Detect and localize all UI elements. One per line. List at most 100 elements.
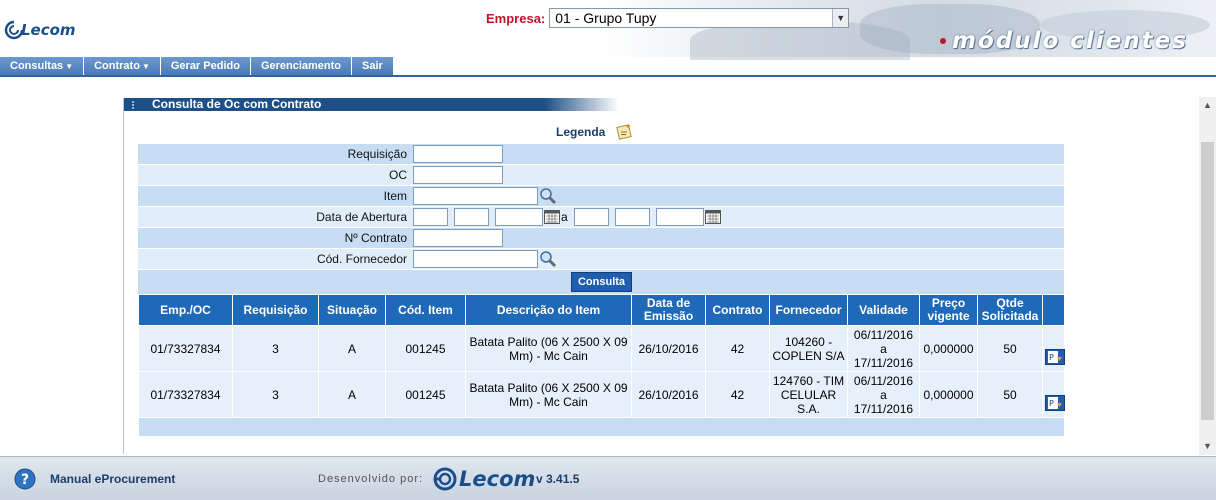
- cell-requisicao: 3: [232, 371, 319, 418]
- calendar-icon[interactable]: [544, 210, 560, 224]
- cell-fornecedor: 104260 - COPLEN S/A: [769, 325, 848, 372]
- date-range-separator: a: [561, 210, 568, 224]
- data-inicio-dia-input[interactable]: [413, 208, 448, 226]
- caret-down-icon: ▼: [65, 62, 74, 71]
- cell-descricao: Batata Palito (06 X 2500 X 09 Mm) - Mc C…: [465, 325, 632, 372]
- consulta-button[interactable]: Consulta: [571, 272, 632, 292]
- red-dot-icon: [940, 38, 946, 44]
- cell-emp-oc: 01/73327834: [138, 325, 233, 372]
- data-inicio-mes-input[interactable]: [454, 208, 489, 226]
- item-input[interactable]: [413, 187, 538, 205]
- legenda: Legenda: [556, 123, 633, 141]
- oc-label: OC: [389, 168, 407, 182]
- lecom-swirl-icon: [433, 467, 457, 491]
- cell-requisicao: 3: [232, 325, 319, 372]
- table-footer-cell: [138, 417, 1065, 437]
- row-item: Item: [138, 186, 1064, 206]
- results-table: Emp./OC Requisição Situação Cód. Item De…: [138, 294, 1065, 437]
- module-title-text: módulo clientes: [952, 28, 1188, 54]
- cell-actions: P: [1042, 325, 1065, 372]
- calendar-icon[interactable]: [704, 210, 721, 224]
- data-fim-ano-input[interactable]: [655, 208, 704, 226]
- main-menu: Consultas ▼ Contrato ▼ Gerar Pedido Gerenc…: [0, 57, 394, 75]
- cell-cod-item: 001245: [385, 325, 466, 372]
- empresa-selector: Empresa: 01 - Grupo Tupy ▼: [486, 8, 850, 28]
- col-descricao: Descrição do Item: [465, 294, 632, 326]
- row-requisicao: Requisição: [138, 144, 1064, 164]
- module-title: módulo clientes: [940, 28, 1188, 54]
- footer-lecom-logo: Lecom: [432, 467, 535, 491]
- col-qtde: Qtde Solicitada: [977, 294, 1043, 326]
- cell-situacao: A: [318, 371, 386, 418]
- svg-text:P: P: [1049, 353, 1054, 362]
- cell-validade: 06/11/2016 a 17/11/2016: [847, 325, 920, 372]
- svg-text:P: P: [1049, 399, 1054, 408]
- lecom-logo: Lecom: [4, 20, 76, 40]
- menu-contrato-label: Contrato: [94, 60, 140, 72]
- menu-gerar-pedido-label: Gerar Pedido: [170, 60, 240, 72]
- chevron-down-icon[interactable]: ▼: [832, 9, 849, 27]
- col-cod-item: Cód. Item: [385, 294, 466, 326]
- col-fornecedor: Fornecedor: [769, 294, 848, 326]
- requisicao-label: Requisição: [347, 147, 407, 161]
- cell-descricao: Batata Palito (06 X 2500 X 09 Mm) - Mc C…: [465, 371, 632, 418]
- manual-link[interactable]: Manual eProcurement: [50, 472, 175, 486]
- row-data-abertura: Data de Abertura a: [138, 207, 1064, 227]
- legenda-label: Legenda: [556, 125, 606, 139]
- app-footer: ? Manual eProcurement Desenvolvido por: …: [0, 456, 1216, 500]
- table-header-row: Emp./OC Requisição Situação Cód. Item De…: [138, 294, 1065, 326]
- scroll-thumb[interactable]: [1201, 142, 1214, 420]
- consulta-panel: Consulta de Oc com Contrato Legenda Requ…: [123, 98, 1080, 454]
- developed-by-label: Desenvolvido por:: [318, 473, 424, 485]
- empresa-label: Empresa:: [486, 10, 546, 26]
- data-fim-mes-input[interactable]: [614, 208, 650, 226]
- col-data-emissao: Data de Emissão: [631, 294, 706, 326]
- menu-sair-label: Sair: [362, 60, 383, 72]
- app-header: Lecom Empresa: 01 - Grupo Tupy ▼ módulo …: [0, 0, 1216, 60]
- menu-gerenciamento[interactable]: Gerenciamento: [250, 57, 353, 75]
- menu-gerar-pedido[interactable]: Gerar Pedido: [160, 57, 251, 75]
- cell-cod-item: 001245: [385, 371, 466, 418]
- oc-input[interactable]: [413, 166, 503, 184]
- col-validade: Validade: [847, 294, 920, 326]
- menu-consultas[interactable]: Consultas ▼: [0, 57, 85, 75]
- help-icon[interactable]: ?: [14, 468, 36, 490]
- cell-preco: 0,000000: [919, 325, 978, 372]
- grip-icon: [132, 101, 138, 109]
- contrato-label: Nº Contrato: [344, 231, 407, 245]
- cell-actions: P: [1042, 371, 1065, 418]
- footer-logo-text: Lecom: [459, 467, 536, 491]
- table-row[interactable]: 01/73327834 3 A 001245 Batata Palito (06…: [138, 325, 1065, 372]
- cell-situacao: A: [318, 325, 386, 372]
- menu-gerenciamento-label: Gerenciamento: [260, 60, 342, 72]
- requisicao-input[interactable]: [413, 145, 503, 163]
- cell-data-emissao: 26/10/2016: [631, 325, 706, 372]
- panel-title-bar: Consulta de Oc com Contrato: [124, 98, 619, 111]
- data-fim-dia-input[interactable]: [573, 208, 609, 226]
- vertical-scrollbar[interactable]: ▲ ▼: [1199, 97, 1216, 455]
- col-actions: [1042, 294, 1065, 326]
- svg-text:?: ?: [21, 472, 29, 488]
- legend-note-icon[interactable]: [615, 123, 633, 141]
- contrato-input[interactable]: [413, 229, 503, 247]
- fornecedor-input[interactable]: [413, 250, 538, 268]
- col-requisicao: Requisição: [232, 294, 319, 326]
- table-row[interactable]: 01/73327834 3 A 001245 Batata Palito (06…: [138, 371, 1065, 418]
- cell-contrato: 42: [705, 325, 770, 372]
- data-abertura-label: Data de Abertura: [316, 210, 407, 224]
- menu-sair[interactable]: Sair: [352, 57, 394, 75]
- item-label: Item: [383, 189, 407, 203]
- scroll-down-icon[interactable]: ▼: [1199, 438, 1216, 455]
- search-icon[interactable]: [539, 187, 557, 205]
- table-footer-row: [138, 417, 1065, 437]
- cell-emp-oc: 01/73327834: [138, 371, 233, 418]
- cell-fornecedor: 124760 - TIM CELULAR S.A.: [769, 371, 848, 418]
- empresa-select[interactable]: 01 - Grupo Tupy ▼: [549, 8, 850, 28]
- search-icon[interactable]: [539, 250, 557, 268]
- scroll-up-icon[interactable]: ▲: [1199, 97, 1216, 114]
- pdf-report-icon[interactable]: P: [1045, 349, 1065, 365]
- data-inicio-ano-input[interactable]: [495, 208, 543, 226]
- menu-contrato[interactable]: Contrato ▼: [84, 57, 161, 75]
- menu-divider: [0, 75, 1216, 77]
- pdf-report-icon[interactable]: P: [1045, 395, 1065, 411]
